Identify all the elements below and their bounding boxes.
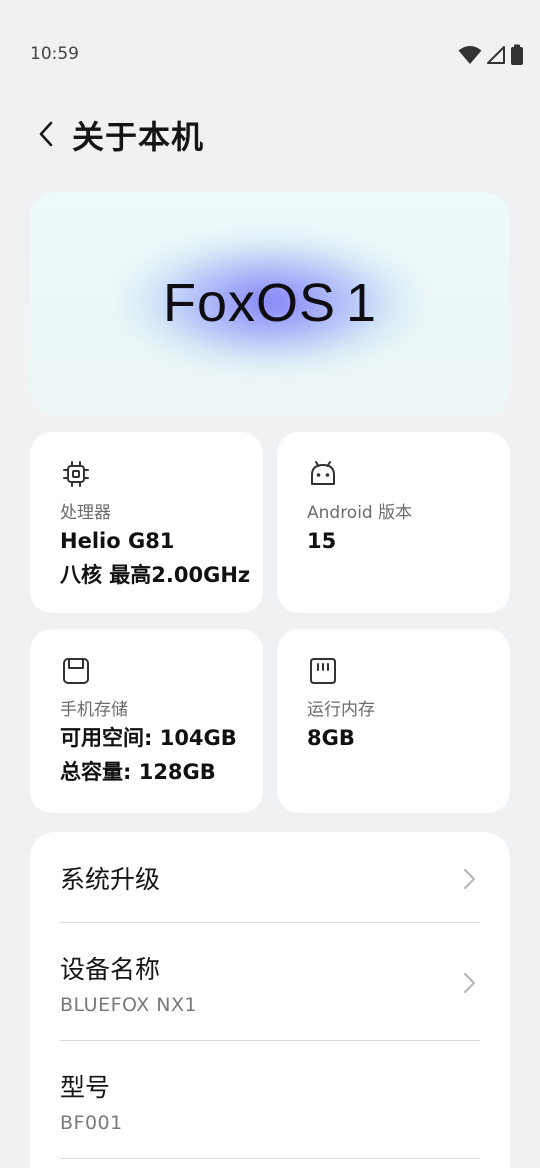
status-time: 10:59	[30, 44, 79, 64]
settings-list: 系统升级 设备名称 BLUEFOX NX1 型号 BF001	[30, 832, 510, 1168]
system-update-title: 系统升级	[60, 865, 161, 894]
processor-value: Helio G81 八核 最高2.00GHz	[60, 524, 250, 592]
page-header: 关于本机	[0, 110, 540, 160]
ram-card[interactable]: 运行内存 8GB	[277, 629, 510, 813]
device-name-title: 设备名称	[60, 955, 161, 984]
os-logo-version: 1	[346, 273, 378, 333]
model-title: 型号	[60, 1073, 111, 1102]
about-phone-screen: 10:59 关于本机 FoxOS 1 处理器 Helio G81 八核 最高2.…	[0, 0, 540, 1168]
back-arrow-icon	[39, 121, 53, 147]
list-item-model[interactable]: 型号 BF001	[60, 1068, 480, 1138]
os-banner: FoxOS 1	[30, 192, 510, 416]
ram-value: 8GB	[307, 721, 355, 755]
ram-size: 8GB	[307, 726, 355, 750]
list-divider	[60, 1158, 480, 1159]
wifi-icon	[458, 46, 482, 64]
storage-total: 总容量: 128GB	[60, 760, 216, 784]
chevron-right-icon	[464, 869, 475, 889]
list-item-system-update[interactable]: 系统升级	[60, 860, 480, 900]
storage-value: 可用空间: 104GB 总容量: 128GB	[60, 721, 237, 789]
android-label: Android 版本	[307, 503, 413, 523]
os-logo-text: FoxOS	[162, 273, 336, 333]
android-version-card[interactable]: Android 版本 15	[277, 432, 510, 613]
storage-icon	[63, 658, 89, 684]
status-bar: 10:59	[0, 0, 540, 110]
chevron-right-icon	[464, 973, 475, 993]
android-icon	[311, 461, 335, 485]
processor-model: Helio G81	[60, 529, 175, 553]
list-divider	[60, 1040, 480, 1041]
signal-icon	[487, 46, 505, 64]
status-icons	[458, 44, 524, 66]
processor-label: 处理器	[60, 503, 111, 523]
android-version: 15	[307, 529, 337, 553]
page-title: 关于本机	[72, 118, 205, 156]
processor-spec: 八核 最高2.00GHz	[60, 563, 251, 587]
battery-icon	[511, 44, 523, 65]
list-divider	[60, 922, 480, 923]
android-value: 15	[307, 524, 336, 558]
os-logo: FoxOS 1	[30, 272, 510, 334]
storage-card[interactable]: 手机存储 可用空间: 104GB 总容量: 128GB	[30, 629, 263, 813]
storage-available: 可用空间: 104GB	[60, 726, 237, 750]
list-item-device-name[interactable]: 设备名称 BLUEFOX NX1	[60, 950, 480, 1020]
chip-icon	[63, 461, 89, 487]
device-name-value: BLUEFOX NX1	[60, 994, 198, 1016]
processor-card[interactable]: 处理器 Helio G81 八核 最高2.00GHz	[30, 432, 263, 613]
storage-label: 手机存储	[60, 700, 128, 720]
memory-card-icon	[310, 658, 336, 684]
ram-label: 运行内存	[307, 700, 375, 720]
back-button[interactable]	[28, 116, 64, 152]
model-value: BF001	[60, 1112, 123, 1134]
